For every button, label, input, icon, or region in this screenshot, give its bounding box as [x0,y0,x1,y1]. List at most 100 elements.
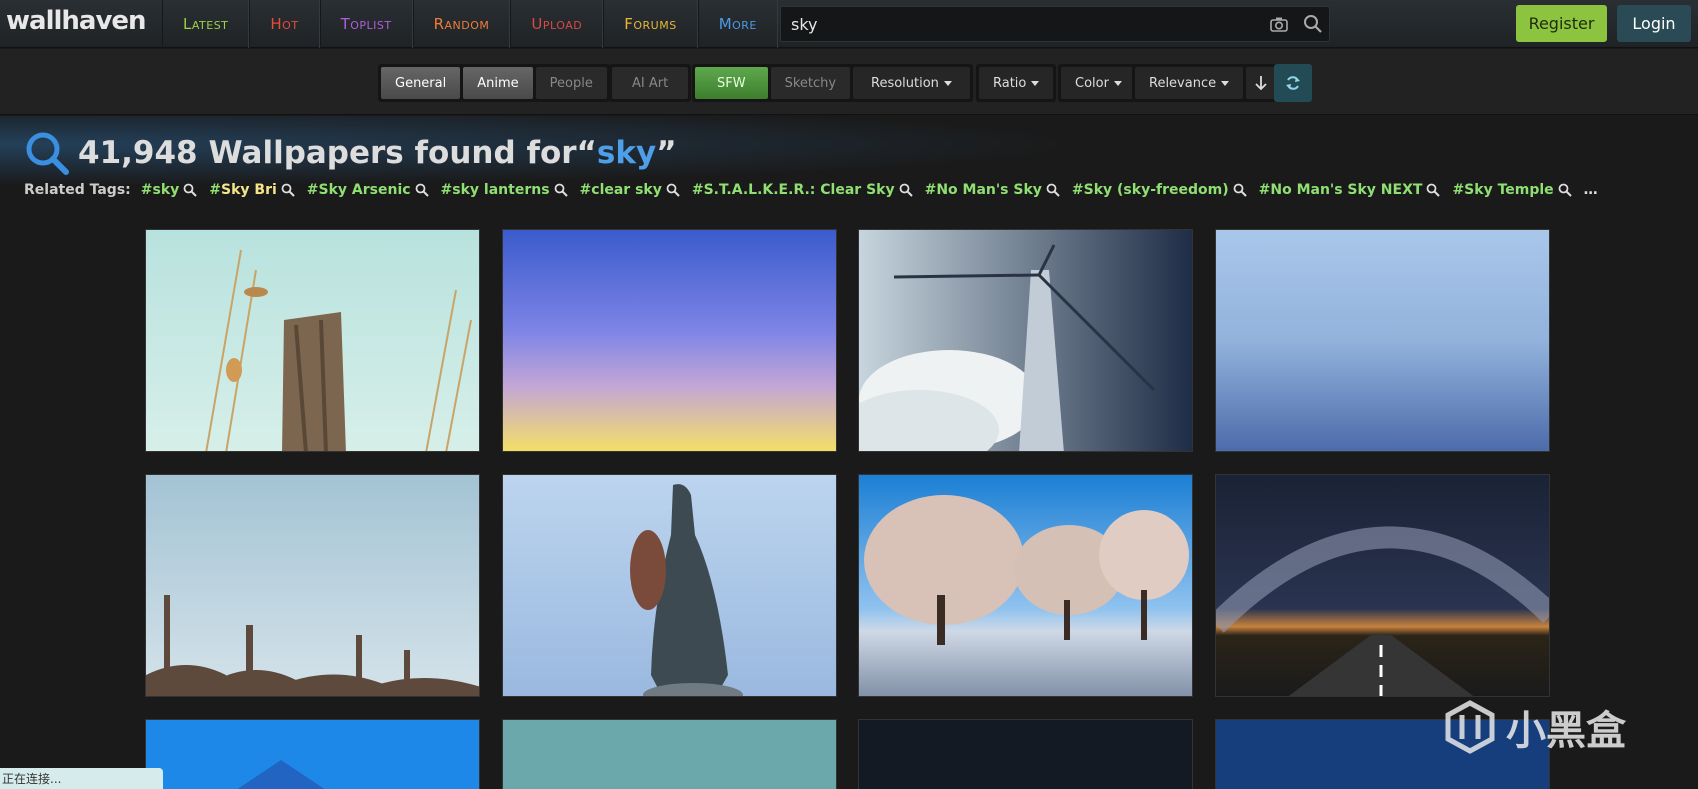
nav-upload[interactable]: Upload [510,0,604,48]
category-people-toggle[interactable]: People [535,67,607,99]
wallpaper-thumbnail[interactable] [858,474,1193,697]
related-tag-name: No Man's Sky [936,182,1042,198]
camera-icon[interactable] [1269,14,1289,34]
watermark-text: 小黑盒 [1506,708,1626,754]
wallpaper-thumbnail[interactable] [502,474,837,697]
more-tags-ellipsis[interactable]: … [1584,182,1598,198]
nav-hot[interactable]: Hot [249,0,320,48]
related-tag-name: Sky (sky-freedom) [1083,182,1229,198]
refresh-search [1274,64,1312,102]
related-tag-link[interactable]: #No Man's Sky NEXT [1259,182,1423,198]
browser-status-bar: 正在连接... [0,768,163,789]
wallpaper-thumbnail[interactable] [145,719,480,789]
nav-toplist-label: Toplist [340,15,392,33]
tag-hash: # [1452,182,1465,198]
wallpaper-thumbnail[interactable] [858,719,1193,789]
tag-search-icon[interactable] [1046,183,1060,197]
register-button[interactable]: Register [1516,5,1607,42]
nav-more-label: More [718,15,757,33]
ai-art-toggle[interactable]: AI Art [612,67,689,99]
related-tag-link[interactable]: #sky [141,182,180,198]
nav-forums-label: Forums [624,15,677,33]
related-tag-name: sky [152,182,180,198]
refresh-icon [1286,76,1300,90]
related-tag-link[interactable]: #Sky (sky-freedom) [1072,182,1229,198]
category-anime-toggle[interactable]: Anime [463,67,533,99]
related-tag-link[interactable]: #S.T.A.L.K.E.R.: Clear Sky [692,182,895,198]
related-tag-name: Sky Arsenic [318,182,411,198]
wallpaper-thumbnail[interactable] [502,229,837,452]
wallpaper-thumbnail[interactable] [145,229,480,452]
open-quote: “ [576,135,597,171]
results-title: 41,948 Wallpapers found for“sky” [78,135,677,171]
tag-hash: # [579,182,592,198]
wallpaper-thumbnail[interactable] [145,474,480,697]
nav-more[interactable]: More [697,0,778,48]
tag-search-icon[interactable] [415,183,429,197]
related-tag-link[interactable]: #Sky Arsenic [307,182,411,198]
top-navigation-bar: wallhaven Latest Hot Toplist Random Uplo… [0,0,1698,48]
results-text: Wallpapers found for [208,135,577,171]
nav-upload-label: Upload [531,15,583,33]
tag-hash: # [691,182,704,198]
wallpaper-thumbnail[interactable] [1215,474,1550,697]
related-tag-link[interactable]: #Sky Bri [209,182,277,198]
resolution-dropdown[interactable]: Resolution [853,67,970,99]
nav-forums[interactable]: Forums [603,0,698,48]
tag-hash: # [1258,182,1271,198]
related-tag-name: clear sky [591,182,662,198]
color-label: Color [1075,75,1109,91]
ratio-label: Ratio [993,75,1027,91]
refresh-button[interactable] [1277,67,1309,99]
tag-search-icon[interactable] [554,183,568,197]
category-general-toggle[interactable]: General [381,67,461,99]
nav-hot-label: Hot [270,15,299,33]
tag-search-icon[interactable] [281,183,295,197]
tag-search-icon[interactable] [1426,183,1441,197]
related-tag-link[interactable]: #sky lanterns [441,182,550,198]
resolution-label: Resolution [871,75,939,91]
related-tag-name: Sky Bri [221,182,277,198]
related-tags-label: Related Tags: [24,182,131,198]
search-input[interactable] [791,7,1251,41]
nav-latest-label: Latest [183,15,229,33]
tag-search-icon[interactable] [183,183,197,197]
tag-search-icon[interactable] [899,183,913,197]
results-count: 41,948 [78,135,198,171]
purity-sfw-toggle[interactable]: SFW [695,67,768,99]
ratio-dropdown[interactable]: Ratio [979,67,1054,99]
tag-search-icon[interactable] [666,183,680,197]
login-button[interactable]: Login [1617,5,1691,42]
resolution-filter: Resolution [850,64,973,102]
category-filter: General Anime People [378,64,610,102]
site-logo[interactable]: wallhaven [6,6,147,36]
related-tag-name: No Man's Sky NEXT [1270,182,1423,198]
related-tag-link[interactable]: #clear sky [580,182,662,198]
sorting-dropdown[interactable]: Relevance [1135,67,1244,99]
arrow-down-icon [1255,76,1267,91]
related-tag-name: S.T.A.L.K.E.R.: Clear Sky [703,182,895,198]
caret-down-icon [1031,80,1040,86]
tag-search-icon[interactable] [1558,183,1572,197]
wallpaper-thumbnail[interactable] [1215,229,1550,452]
main-nav: Latest Hot Toplist Random Upload Forums … [162,0,778,48]
wallpaper-thumbnail[interactable] [502,719,837,789]
purity-sketchy-toggle[interactable]: Sketchy [770,67,851,99]
sorting-label: Relevance [1149,75,1217,91]
sort-order-button[interactable] [1246,67,1277,99]
related-tag-link[interactable]: #Sky Temple [1452,182,1553,198]
color-dropdown[interactable]: Color [1061,67,1136,99]
nav-toplist[interactable]: Toplist [319,0,413,48]
tag-hash: # [440,182,453,198]
ai-filter: AI Art [609,64,692,102]
search-icon[interactable] [1303,14,1323,34]
related-tag-link[interactable]: #No Man's Sky [925,182,1042,198]
tag-search-icon[interactable] [1233,183,1247,197]
purity-filter: SFW Sketchy [692,64,854,102]
search-filter-bar: General Anime People AI Art SFW Sketchy … [0,49,1698,115]
wallpaper-thumbnail[interactable] [858,229,1193,452]
nav-random[interactable]: Random [412,0,511,48]
heybox-logo-icon [1445,700,1495,754]
sorting-filter: Relevance [1132,64,1280,102]
nav-latest[interactable]: Latest [162,0,250,48]
